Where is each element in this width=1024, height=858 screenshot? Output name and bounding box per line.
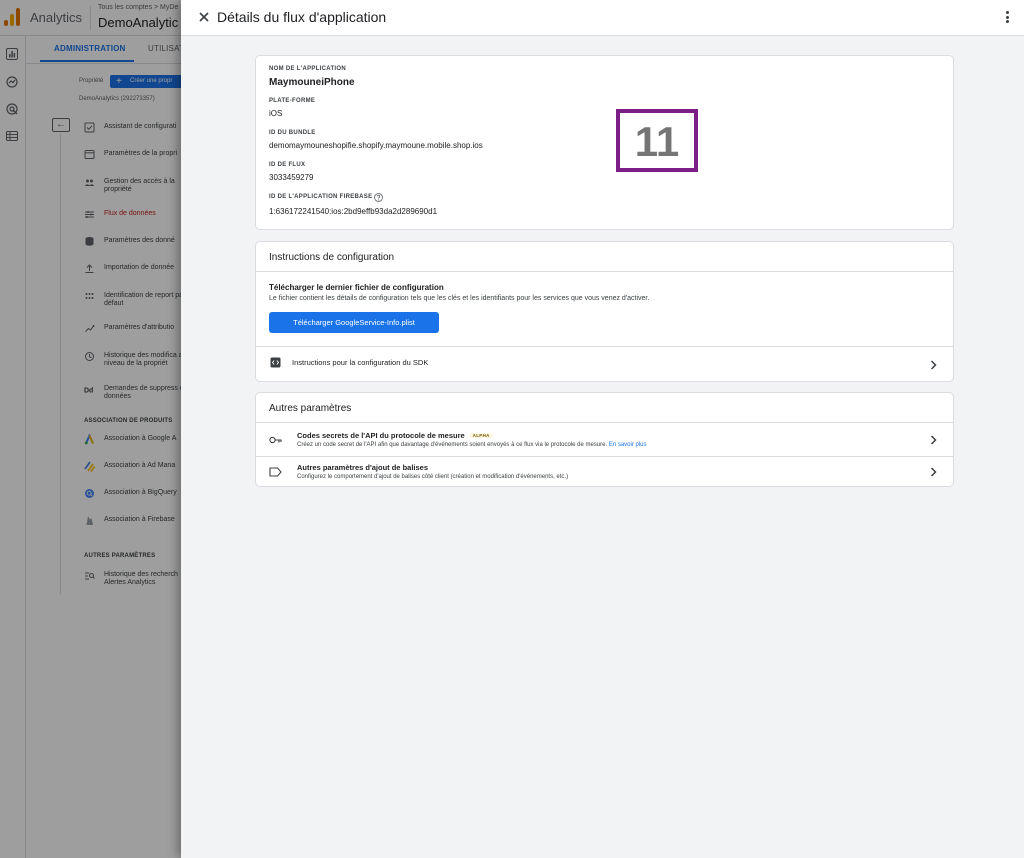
stream-details-card: NOM DE L'APPLICATION MaymouneiPhone PLAT… xyxy=(255,55,954,230)
key-icon xyxy=(269,436,282,444)
app-name-label: NOM DE L'APPLICATION xyxy=(269,66,346,72)
configuration-title: Instructions de configuration xyxy=(269,252,395,263)
secrets-description-line: Créez un code secret de l'API afin que d… xyxy=(297,442,647,448)
measurement-protocol-secrets-row[interactable]: Codes secrets de l'API du protocole de m… xyxy=(256,424,953,456)
platform-label: PLATE-FORME xyxy=(269,98,316,104)
step-number: 11 xyxy=(634,118,680,165)
alpha-badge: ALPHA xyxy=(469,433,493,438)
secrets-description: Créez un code secret de l'API afin que d… xyxy=(297,442,608,448)
firebase-app-id-value: 1:636172241540:ios:2bd9effb93da2d289690d… xyxy=(269,207,438,216)
help-icon[interactable] xyxy=(374,193,383,202)
close-icon[interactable] xyxy=(197,10,211,24)
panel-header: Détails du flux d'application xyxy=(181,0,1024,36)
card-divider xyxy=(256,271,953,272)
tagging-settings-title: Autres paramètres d'ajout de balises xyxy=(297,463,428,472)
code-icon xyxy=(270,357,281,368)
secrets-title-line: Codes secrets de l'API du protocole de m… xyxy=(297,431,493,440)
learn-more-link[interactable]: En savoir plus xyxy=(609,442,647,448)
platform-value: iOS xyxy=(269,109,283,118)
sdk-instructions-label: Instructions pour la configuration du SD… xyxy=(292,358,429,367)
chevron-right-icon xyxy=(930,467,937,477)
configuration-card: Instructions de configuration Télécharge… xyxy=(255,241,954,382)
label-tag-icon xyxy=(269,467,282,477)
more-vert-icon[interactable] xyxy=(1004,11,1010,25)
tagging-settings-description: Configurez le comportement d'ajout de ba… xyxy=(297,474,569,480)
chevron-right-icon xyxy=(930,435,937,445)
chevron-right-icon xyxy=(930,360,937,370)
app-name-value: MaymouneiPhone xyxy=(269,77,355,88)
other-settings-card: Autres paramètres Codes secrets de l'API… xyxy=(255,392,954,487)
bundle-id-label: ID DU BUNDLE xyxy=(269,130,316,136)
stream-id-label: ID DE FLUX xyxy=(269,162,306,168)
other-settings-title: Autres paramètres xyxy=(269,403,352,414)
secrets-title: Codes secrets de l'API du protocole de m… xyxy=(297,431,465,440)
sdk-instructions-row[interactable]: Instructions pour la configuration du SD… xyxy=(256,347,953,381)
panel-title: Détails du flux d'application xyxy=(217,9,387,25)
card-divider xyxy=(256,422,953,423)
tagging-settings-row[interactable]: Autres paramètres d'ajout de balises Con… xyxy=(256,456,953,486)
bundle-id-value: demomaymouneshopifie.shopify.maymoune.mo… xyxy=(269,141,483,150)
download-config-title: Télécharger le dernier fichier de config… xyxy=(269,283,444,292)
step-number-badge: 11 xyxy=(616,109,698,172)
download-config-description: Le fichier contient les détails de confi… xyxy=(269,295,650,302)
firebase-app-id-label: ID DE L'APPLICATION FIREBASE xyxy=(269,194,373,200)
stream-details-panel: Détails du flux d'application NOM DE L'A… xyxy=(181,0,1024,858)
download-plist-button[interactable]: Télécharger GoogleService-Info.plist xyxy=(269,312,439,333)
stream-id-value: 3033459279 xyxy=(269,173,314,182)
